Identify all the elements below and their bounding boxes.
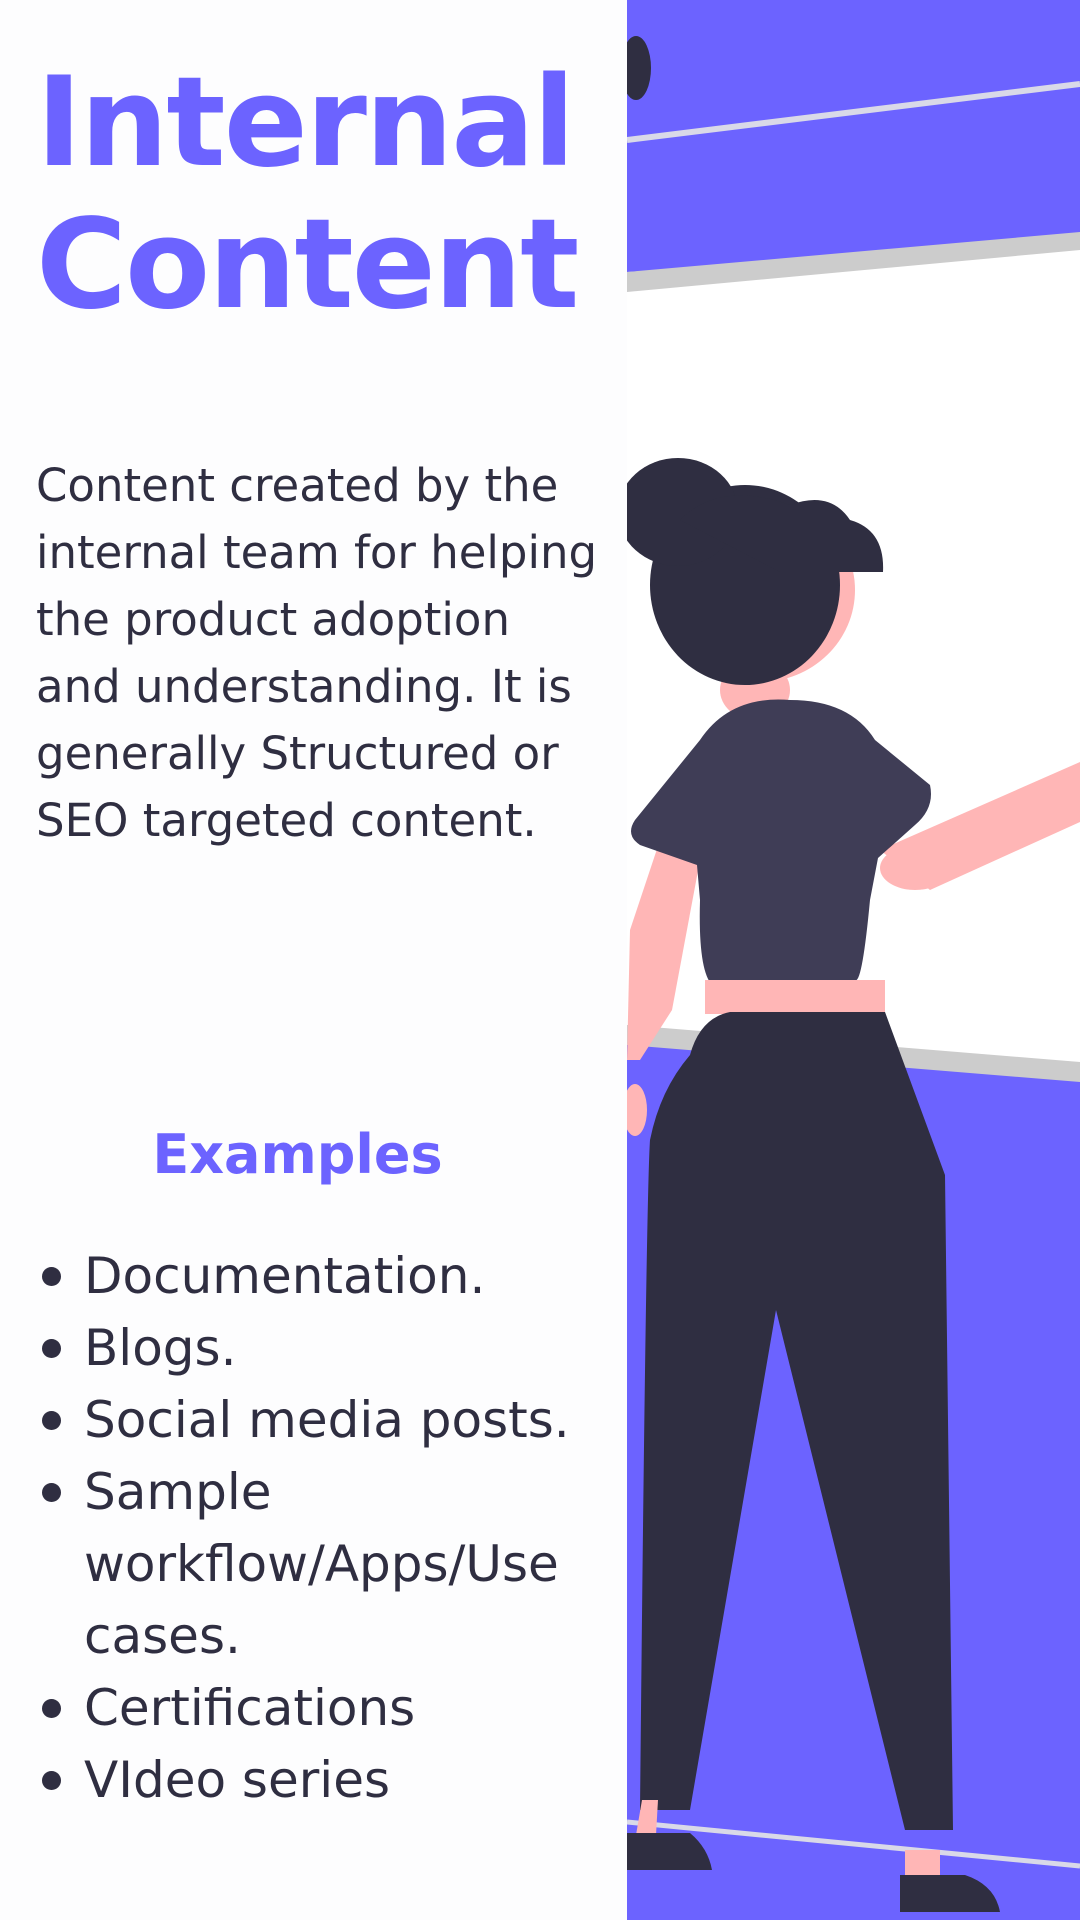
right-arm-joint [880, 846, 950, 890]
list-item-label: Documentation. [84, 1247, 486, 1305]
list-item-label: Sample workflow/Apps/Use cases. [84, 1463, 559, 1665]
bullet-icon [42, 1483, 61, 1502]
examples-heading: Examples [152, 1123, 443, 1186]
list-item: Social media posts. [42, 1384, 624, 1456]
list-item: Documentation. [42, 1240, 624, 1312]
list-item: Blogs. [42, 1312, 624, 1384]
list-item: Sample workflow/Apps/Use cases. [42, 1456, 624, 1672]
list-item-label: Blogs. [84, 1319, 237, 1377]
content-panel: Internal Content Content created by the … [0, 0, 627, 1920]
page-title: Internal Content [36, 52, 616, 336]
title-line-2: Content [36, 193, 579, 337]
list-item-label: Social media posts. [84, 1391, 570, 1449]
bullet-icon [42, 1411, 61, 1430]
bullet-icon [42, 1339, 61, 1358]
description-text: Content created by the internal team for… [36, 459, 598, 847]
waist [705, 980, 885, 1014]
list-item-label: VIdeo series [84, 1751, 391, 1809]
list-item: Certifications [42, 1672, 624, 1744]
bullet-icon [42, 1771, 61, 1790]
examples-list: Documentation. Blogs. Social media posts… [42, 1240, 624, 1816]
bullet-icon [42, 1267, 61, 1286]
woman-at-board-illustration [627, 0, 1080, 1920]
bullet-icon [42, 1699, 61, 1718]
title-line-1: Internal [36, 51, 575, 195]
list-item: VIdeo series [42, 1744, 624, 1816]
list-item-label: Certifications [84, 1679, 416, 1737]
